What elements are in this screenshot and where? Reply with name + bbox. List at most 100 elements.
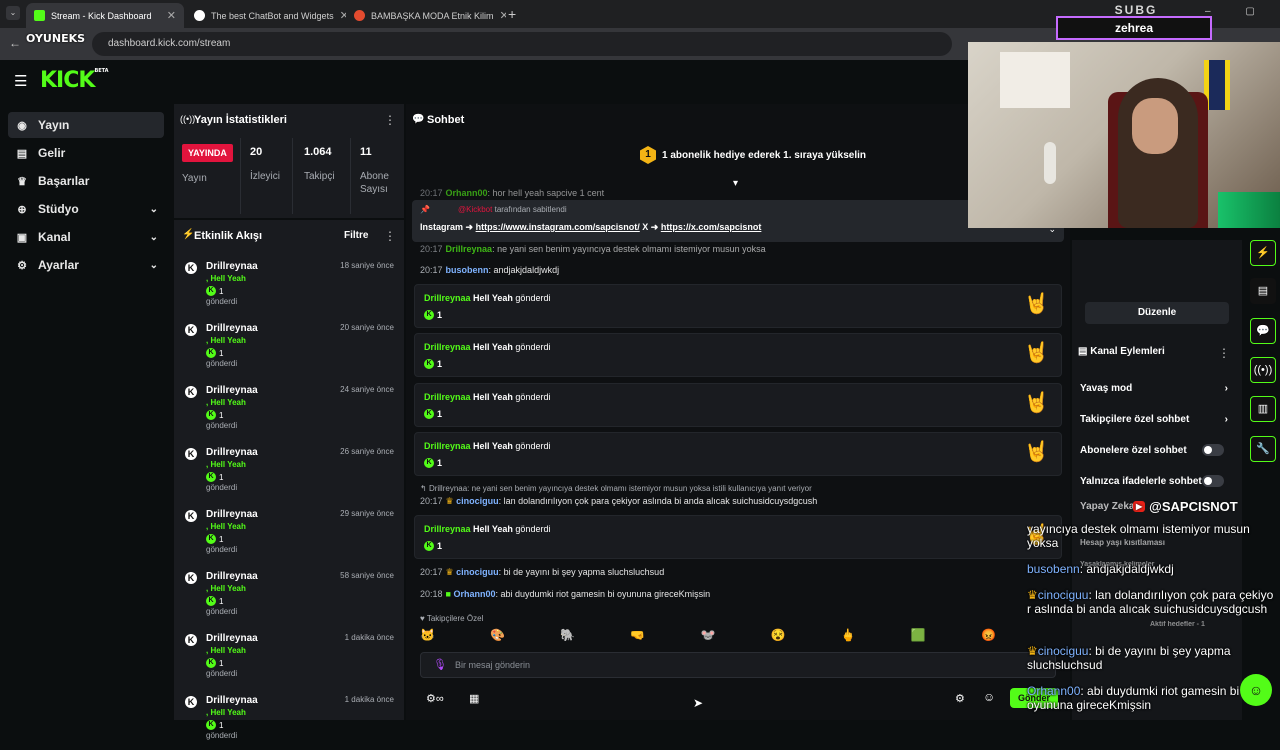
window-controls[interactable]: – ▢ [1205, 6, 1271, 17]
sidebar-item-basarilar[interactable]: ♛ Başarılar [8, 168, 164, 194]
gift-sender[interactable]: Drillreynaa Hell Yeah gönderdi [424, 342, 550, 352]
activity-count: K1 [206, 720, 223, 730]
activity-item[interactable]: K Drillreynaa 58 saniye önce, Hell Yeah K 1 g… [180, 568, 402, 626]
face [1132, 98, 1178, 154]
emote-icon[interactable]: 🤜 [630, 628, 645, 644]
side-doc-button[interactable]: ▤ [1250, 278, 1276, 304]
sidebar-item-ayarlar[interactable]: ⚙ Ayarlar ⌄ [8, 252, 164, 278]
sidebar-item-gelir[interactable]: ▤ Gelir [8, 140, 164, 166]
gift-sender[interactable]: Drillreynaa Hell Yeah gönderdi [424, 441, 550, 451]
gift-user[interactable]: Drillreynaa [424, 441, 471, 451]
filter-button[interactable]: Filtre [344, 230, 368, 241]
chat-user[interactable]: Drillreynaa [446, 244, 493, 254]
side-wrench-button[interactable]: 🔧 [1250, 436, 1276, 462]
gift-sender[interactable]: Drillreynaa Hell Yeah gönderdi [424, 392, 550, 402]
action-followers-only[interactable]: Takipçilere özel sohbet › [1080, 414, 1232, 425]
activity-item[interactable]: K Drillreynaa 24 saniye önce, Hell Yeah K 1 g… [180, 382, 402, 440]
gift-user[interactable]: Drillreynaa [424, 524, 471, 534]
chat-user[interactable]: busobenn [446, 265, 489, 275]
side-bolt-button[interactable]: ⚡ [1250, 240, 1276, 266]
emote-tab[interactable]: ♥ Takipçilere Özel [420, 614, 483, 623]
tab-kick-dashboard[interactable]: Stream - Kick Dashboard ✕ [26, 3, 184, 28]
gift-user[interactable]: Drillreynaa [424, 342, 471, 352]
chat-user[interactable]: Orhann00 [446, 188, 488, 198]
gift-user[interactable]: Drillreynaa [424, 293, 471, 303]
instagram-link[interactable]: https://www.instagram.com/sapcisnot/ [476, 222, 640, 232]
action-goals[interactable]: Aktif hedefler - 1 [1150, 621, 1230, 628]
emote-icon[interactable]: 🎨 [490, 628, 505, 644]
emoji-icon[interactable]: ☺ [983, 690, 995, 704]
activity-time: 1 dakika önce [344, 695, 394, 704]
sub-goal-banner[interactable]: 1 1 abonelik hediye ederek 1. sıraya yük… [640, 146, 866, 164]
emote-icon[interactable]: 🖕 [841, 628, 856, 644]
activity-user[interactable]: Drillreynaa [206, 385, 258, 396]
stats-menu-icon[interactable]: ⋮ [384, 113, 396, 127]
activity-item[interactable]: K Drillreynaa 1 dakika önce, Hell Yeah K 1 gö… [180, 692, 402, 750]
subs-only-toggle[interactable] [1202, 444, 1224, 456]
emote-icon[interactable]: 🟩 [911, 628, 926, 644]
activity-item[interactable]: K Drillreynaa 18 saniye önce, Hell Yeah K 1 g… [180, 258, 402, 316]
action-emotes-only[interactable]: Yalnızca ifadelerle sohbet [1080, 475, 1232, 487]
emote-icon[interactable]: 🐘 [560, 628, 575, 644]
activity-user[interactable]: Drillreynaa [206, 571, 258, 582]
sidebar-item-label: Kanal [38, 230, 71, 244]
gift-sender[interactable]: Drillreynaa Hell Yeah gönderdi [424, 524, 550, 534]
chat-input[interactable]: 🎙 Bir mesaj gönderin [420, 652, 1056, 678]
x-link[interactable]: https://x.com/sapcisnot [661, 222, 762, 232]
kick-logo[interactable]: KICKBETA [40, 68, 109, 93]
activity-user[interactable]: Drillreynaa [206, 323, 258, 334]
store-icon[interactable]: ▦ [469, 692, 479, 705]
chat-tools-icon[interactable]: ⚙∞ [426, 692, 444, 705]
activity-user[interactable]: Drillreynaa [206, 509, 258, 520]
sidebar-item-studyo[interactable]: ⊕ Stüdyo ⌄ [8, 196, 164, 222]
chat-user[interactable]: Orhann00 [453, 589, 495, 599]
sidebar-item-yayin[interactable]: ◉ Yayın [8, 112, 164, 138]
side-layout-button[interactable]: ▥ [1250, 396, 1276, 422]
activity-item[interactable]: K Drillreynaa 20 saniye önce, Hell Yeah K 1 g… [180, 320, 402, 378]
close-tab-icon[interactable]: ✕ [500, 9, 506, 22]
activity-item[interactable]: K Drillreynaa 1 dakika önce, Hell Yeah K 1 gö… [180, 630, 402, 688]
activity-user[interactable]: Drillreynaa [206, 695, 258, 706]
collapse-banner-icon[interactable]: ▾ [733, 178, 738, 189]
chat-user[interactable]: cinociguu [456, 567, 499, 577]
settings-icon[interactable]: ⚙ [955, 692, 965, 705]
emote-icon[interactable]: 🐱 [420, 628, 435, 644]
emote-icon[interactable]: 🐭 [701, 628, 716, 644]
emotes-only-toggle[interactable] [1202, 475, 1224, 487]
url-field[interactable]: dashboard.kick.com/stream [92, 32, 952, 56]
activity-user[interactable]: Drillreynaa [206, 447, 258, 458]
pinned-message[interactable]: 📌 @Kickbot tarafından sabitlendi Instagr… [412, 200, 1064, 242]
emote-icon[interactable]: 😡 [981, 628, 996, 644]
sidebar-item-kanal[interactable]: ▣ Kanal ⌄ [8, 224, 164, 250]
activity-item[interactable]: K Drillreynaa 29 saniye önce, Hell Yeah K 1 g… [180, 506, 402, 564]
activity-user[interactable]: Drillreynaa [206, 633, 258, 644]
tab-chatbot[interactable]: The best ChatBot and Widgets ✕ [186, 3, 346, 28]
mic-icon[interactable]: 🎙 [433, 658, 447, 671]
new-tab-button[interactable]: + [508, 6, 516, 22]
bolt-icon: ⚡ [182, 229, 195, 240]
menu-icon[interactable]: ☰ [14, 72, 27, 90]
activity-menu-icon[interactable]: ⋮ [384, 229, 396, 243]
action-slow-mode[interactable]: Yavaş mod › [1080, 383, 1232, 394]
gift-user[interactable]: Drillreynaa [424, 392, 471, 402]
side-broadcast-button[interactable]: ((•)) [1250, 357, 1276, 383]
edit-button[interactable]: Düzenle [1085, 302, 1229, 324]
back-icon[interactable]: ← [9, 36, 21, 50]
action-subs-only[interactable]: Abonelere özel sohbet [1080, 444, 1232, 456]
emote-icon[interactable]: 😵 [771, 628, 786, 644]
kick-x-icon: K [185, 696, 197, 708]
activity-item[interactable]: K Drillreynaa 26 saniye önce, Hell Yeah K 1 g… [180, 444, 402, 502]
chevron-down-icon[interactable]: ⌄ [150, 232, 158, 243]
chevron-down-icon[interactable]: ⌄ [150, 260, 158, 271]
side-chat-button[interactable]: 💬 [1250, 318, 1276, 344]
chat-user[interactable]: cinociguu [456, 496, 499, 506]
gift-sender[interactable]: Drillreynaa Hell Yeah gönderdi [424, 293, 550, 303]
tab-list-button[interactable]: ⌄ [6, 6, 20, 20]
activity-user[interactable]: Drillreynaa [206, 261, 258, 272]
close-tab-icon[interactable]: ✕ [167, 9, 176, 22]
actions-menu-icon[interactable]: ⋮ [1218, 346, 1230, 360]
activity-gift: , Hell Yeah [206, 584, 246, 593]
tab-moda[interactable]: BAMBAŞKA MODA Etnik Kilim ✕ [346, 3, 506, 28]
chatbot-favicon-icon [194, 10, 205, 21]
chevron-down-icon[interactable]: ⌄ [150, 204, 158, 215]
